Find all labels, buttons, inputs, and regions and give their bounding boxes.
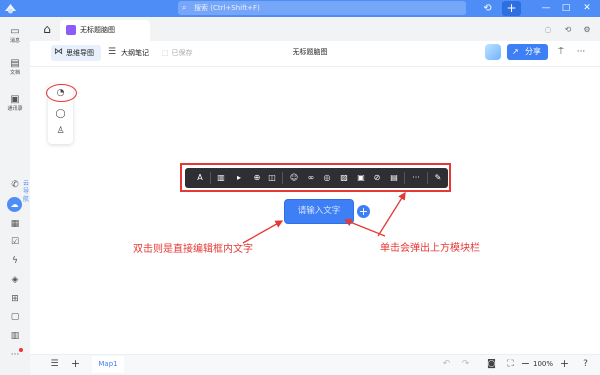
screenshot-icon[interactable]: ◙ — [485, 357, 498, 371]
list-icon[interactable]: ☰ — [48, 357, 61, 371]
app-logo — [4, 2, 17, 15]
close-icon[interactable]: ✕ — [579, 1, 595, 16]
image-icon[interactable]: ▨ — [338, 168, 350, 188]
text-style-icon[interactable]: A — [194, 168, 206, 188]
tab-outline-mode[interactable]: ☰ 大纲笔记 — [108, 45, 158, 61]
toolbar-divider — [30, 66, 600, 67]
add-child-button[interactable]: + — [357, 205, 370, 218]
node-style-icon[interactable]: ⊕ — [251, 168, 263, 188]
cloud-icon[interactable]: ☁ — [7, 197, 22, 212]
lightning-icon[interactable]: ϟ — [8, 255, 22, 268]
comment-icon[interactable]: ◯ — [54, 108, 67, 121]
contacts-icon: ▣ — [10, 94, 20, 105]
annotation-single-click: 单击会弹出上方模块栏 — [380, 243, 480, 254]
note-icon[interactable]: ◎ — [321, 168, 333, 188]
history-icon[interactable]: ⟲ — [561, 23, 575, 37]
calendar-icon[interactable]: ▦ — [8, 218, 22, 231]
share-label: 分享 — [525, 47, 541, 56]
emoji-icon[interactable]: ☺ — [288, 168, 300, 188]
rail-item-label: 文档 — [9, 70, 20, 76]
search-input[interactable]: ⌕ 搜索 (Ctrl+Shift+F) — [178, 1, 466, 15]
mindmap-icon: ⋈ — [54, 47, 63, 57]
search-icon: ⌕ — [182, 3, 187, 12]
saved-label: 已保存 — [171, 49, 193, 57]
attachment-icon[interactable]: ⊘ — [371, 168, 383, 188]
outline-mode-label: 大纲笔记 — [121, 49, 149, 57]
summary-icon[interactable]: ▤ — [388, 168, 400, 188]
mindmap-file-icon — [66, 25, 76, 35]
add-sheet-icon[interactable]: + — [69, 357, 82, 371]
avatar[interactable] — [485, 44, 501, 60]
add-member-icon[interactable]: ♙ — [54, 125, 67, 138]
toolbar-separator — [210, 172, 211, 184]
rail-item-label: 通讯录 — [7, 106, 23, 112]
rail-item-docs[interactable]: ▤ 文档 — [0, 58, 30, 77]
document-title: 无标题脑图 — [292, 48, 328, 56]
minimize-icon[interactable]: — — [538, 1, 554, 16]
mindmap-mode-label: 思维导图 — [66, 49, 94, 57]
document-icon: ▤ — [10, 58, 20, 69]
present-icon[interactable]: ⍑ — [554, 44, 568, 60]
undo-icon[interactable]: ↶ — [440, 357, 453, 371]
history-icon[interactable]: ⟲ — [480, 1, 495, 16]
tab-title: 无标题脑图 — [80, 26, 115, 34]
folder-icon[interactable]: ▥ — [8, 330, 22, 343]
zoom-in-icon[interactable]: + — [558, 357, 571, 371]
search-placeholder: 搜索 (Ctrl+Shift+F) — [194, 4, 260, 12]
toolbar-separator — [282, 172, 283, 184]
pin-icon[interactable]: ✎ — [432, 168, 444, 188]
todo-icon[interactable]: ☑ — [8, 236, 22, 249]
more-tools-button[interactable]: ··· — [409, 168, 423, 188]
home-icon[interactable]: ⌂ — [39, 21, 55, 37]
notification-dot — [19, 348, 23, 352]
saved-icon: ⬚ — [162, 49, 169, 57]
sync-icon[interactable]: ◌ — [541, 23, 555, 37]
maximize-icon[interactable]: □ — [558, 1, 574, 16]
sheet-tab-map1[interactable]: Map1 — [92, 356, 124, 373]
zoom-level: 100% — [533, 360, 554, 368]
share-button[interactable]: ↗ 分享 — [507, 44, 548, 60]
settings-icon[interactable]: ⚙ — [580, 23, 594, 37]
redo-icon[interactable]: ↷ — [459, 357, 472, 371]
tab-mindmap-mode[interactable]: ⋈ 思维导图 — [51, 45, 101, 61]
link-icon[interactable]: ∞ — [305, 168, 317, 188]
app-grid-icon[interactable]: ⊞ — [8, 293, 22, 306]
phone-icon[interactable]: ✆ — [8, 179, 22, 192]
new-button[interactable]: + — [502, 1, 521, 16]
saved-status: ⬚ 已保存 — [162, 48, 193, 58]
toolbar-separator — [404, 172, 405, 184]
notes-icon[interactable]: ▢ — [8, 311, 22, 324]
central-node[interactable]: 请输入文字 — [284, 199, 354, 224]
media-icon[interactable]: ▣ — [355, 168, 367, 188]
outline-style-icon[interactable]: ◫ — [266, 168, 278, 188]
toolbar-separator — [427, 172, 428, 184]
zoom-out-icon[interactable]: − — [519, 357, 532, 371]
chat-icon: ▭ — [10, 26, 20, 37]
rail-item-messages[interactable]: ▭ 消息 — [0, 26, 30, 45]
fit-screen-icon[interactable]: ⛶ — [504, 357, 517, 371]
share-icon: ↗ — [512, 47, 519, 56]
video-icon[interactable]: ▸ — [233, 168, 245, 188]
rail-item-contacts[interactable]: ▣ 通讯录 — [0, 94, 30, 113]
more-menu[interactable]: ··· — [574, 44, 588, 60]
rail-item-label: 消息 — [9, 38, 20, 44]
outline-icon: ☰ — [108, 47, 117, 57]
layout-icon[interactable]: ▥ — [215, 168, 227, 188]
annotation-double-click: 双击则是直接编辑框内文字 — [133, 244, 253, 255]
highlight-circle — [46, 84, 77, 102]
help-icon[interactable]: ? — [579, 357, 592, 371]
layers-icon[interactable]: ◈ — [8, 274, 22, 287]
